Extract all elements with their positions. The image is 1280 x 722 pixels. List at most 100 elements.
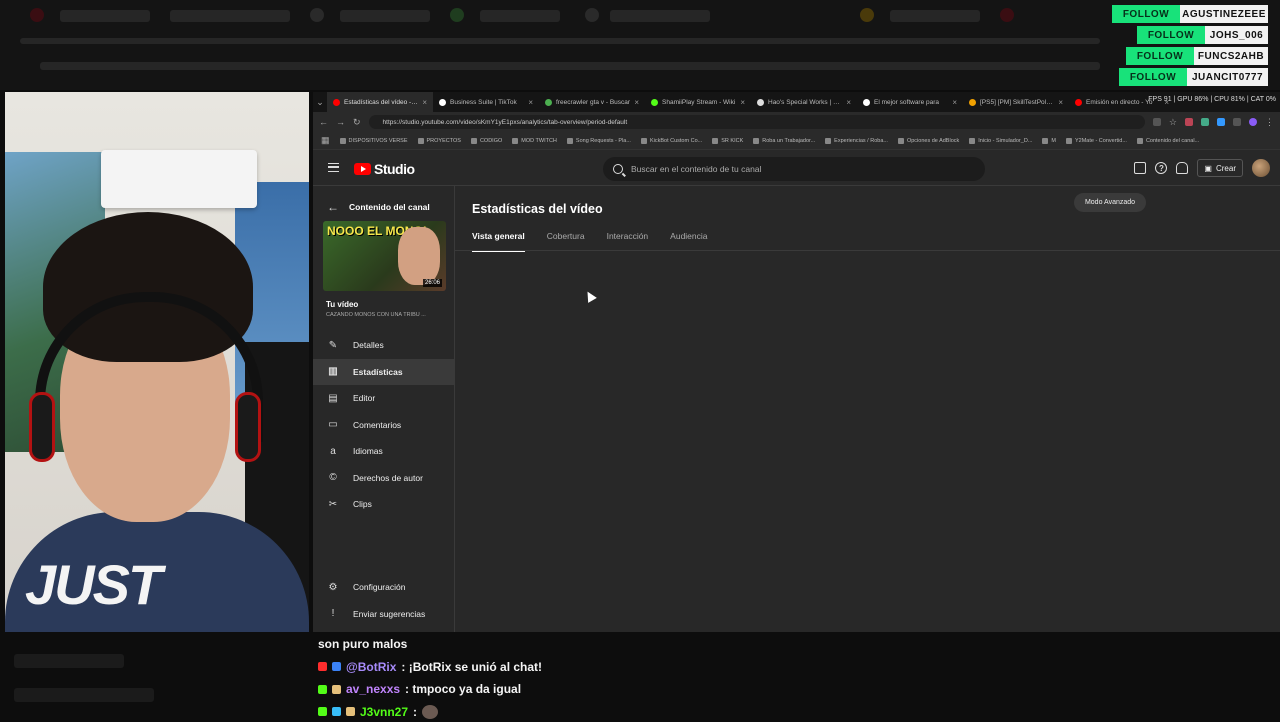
bookmark-item[interactable]: Song Requests - Pla... [566, 137, 631, 144]
bookmark-item[interactable]: Experiencias / Roba... [825, 137, 888, 144]
video-thumbnail[interactable]: NOOO EL MONO! 26:06 [323, 221, 446, 291]
extension-icon[interactable] [1217, 118, 1225, 126]
help-icon[interactable]: ? [1155, 162, 1168, 174]
sidebar-item-editor[interactable]: ▤ Editor [313, 385, 455, 412]
browser-tab[interactable]: Business Suite | TikTok × [433, 92, 539, 112]
sidebar-item-label: Enviar sugerencias [353, 608, 426, 619]
browser-tab[interactable]: ShamiiPlay Stream - Wiki × [645, 92, 751, 112]
sidebar-bottom-nav: ⚙ Configuración! Enviar sugerencias [313, 574, 455, 627]
bookmark-label: CODIGO [479, 137, 503, 144]
browser-tab[interactable]: [PS5] [PM] SkillTestPolym × [963, 92, 1069, 112]
chat-username[interactable]: av_nexxs [346, 682, 400, 696]
tab-close-icon[interactable]: × [740, 98, 745, 107]
tab-label: Business Suite | TikTok [450, 98, 517, 106]
bookmark-favicon-icon [1042, 137, 1049, 144]
tab-close-icon[interactable]: × [634, 98, 639, 107]
sidebar-bottom-item[interactable]: ⚙ Configuración [313, 574, 455, 601]
extensions-puzzle-icon[interactable] [1233, 118, 1241, 126]
back-to-content-link[interactable]: ← Contenido del canal [327, 200, 430, 214]
browser-tab[interactable]: Estadísticas del vídeo - Yo × [327, 92, 433, 112]
follow-button[interactable]: FOLLOW [1112, 5, 1180, 23]
sidebar-item-estad-sticas[interactable]: ▥ Estadísticas [313, 358, 455, 385]
chat-text: son puro malos [318, 637, 408, 651]
system-stats: FPS 91 | GPU 86% | CPU 81% | CAT 0% [1148, 96, 1276, 103]
studio-logo[interactable]: Studio [354, 161, 415, 177]
follow-button[interactable]: FOLLOW [1126, 47, 1194, 65]
browser-tab[interactable]: El mejor software para × [857, 92, 963, 112]
tab-label: Hao's Special Works | Gre [768, 98, 843, 106]
bookmark-label: SR KICK [721, 137, 744, 144]
notifications-bell-icon[interactable] [1176, 162, 1189, 174]
messages-icon[interactable] [1134, 162, 1147, 174]
back-icon[interactable]: ← [319, 117, 328, 127]
tab-close-icon[interactable]: × [528, 98, 533, 107]
sidebar-item-clips[interactable]: ✂ Clips [313, 491, 455, 518]
bookmark-item[interactable]: Y2Mate - Convertid... [1065, 137, 1127, 144]
advanced-mode-button[interactable]: Modo Avanzado [1074, 193, 1146, 212]
search-icon [613, 164, 623, 174]
bookmark-item[interactable]: KickBot Custom Co... [640, 137, 702, 144]
bookmark-item[interactable]: Inicio - Simulador_D... [969, 137, 1032, 144]
account-avatar[interactable] [1252, 159, 1270, 177]
bookmark-label: M [1051, 137, 1056, 144]
tab-favicon-icon [757, 98, 764, 106]
sidebar-item-label: Comentarios [353, 419, 402, 430]
nav-icon: ✂ [328, 498, 338, 510]
sidebar-item-detalles[interactable]: ✎ Detalles [313, 332, 455, 359]
bookmark-item[interactable]: DISPOSITIVOS VERSE [339, 137, 408, 144]
zoom-icon[interactable] [1152, 118, 1161, 126]
page-title: Estadísticas del vídeo [472, 202, 603, 216]
bookmark-item[interactable]: Contenido del canal... [1136, 137, 1200, 144]
tab-favicon-icon [651, 98, 658, 106]
profile-icon[interactable] [1249, 118, 1257, 126]
tab-close-icon[interactable]: × [846, 98, 851, 107]
follower-name: FUNCS2AHB [1194, 47, 1268, 65]
follow-button[interactable]: FOLLOW [1137, 26, 1205, 44]
analytics-tab[interactable]: Vista general [472, 231, 525, 252]
bookmark-favicon-icon [1136, 137, 1143, 144]
chat-username[interactable]: J3vnn27 [360, 705, 408, 719]
bookmark-favicon-icon [825, 137, 832, 144]
analytics-tab[interactable]: Cobertura [547, 231, 585, 252]
bookmark-star-icon[interactable]: ☆ [1169, 117, 1177, 128]
forward-icon[interactable]: → [336, 117, 345, 127]
sidebar-item-derechos-de-autor[interactable]: © Derechos de autor [313, 465, 455, 492]
bookmark-item[interactable]: PROYECTOS [417, 137, 461, 144]
tab-favicon-icon [1075, 98, 1082, 106]
extension-icon[interactable] [1185, 118, 1193, 126]
video-sidebar: ← Contenido del canal NOOO EL MONO! 26:0… [313, 186, 455, 632]
tab-close-icon[interactable]: × [1058, 98, 1063, 107]
bookmark-item[interactable]: Roba un Trabajador... [753, 137, 815, 144]
extension-icon[interactable] [1201, 118, 1209, 126]
bookmark-item[interactable]: M [1042, 137, 1056, 144]
chat-badge-icon [318, 684, 327, 694]
sidebar-item-idiomas[interactable]: a Idiomas [313, 438, 455, 465]
reload-icon[interactable]: ↻ [353, 117, 361, 128]
tab-strip: ⌄ Estadísticas del vídeo - Yo × Business S… [313, 92, 1280, 112]
apps-icon[interactable]: ▦ [321, 135, 330, 146]
browser-tab[interactable]: Hao's Special Works | Gre × [751, 92, 857, 112]
bookmark-item[interactable]: SR KICK [712, 137, 744, 144]
url-field[interactable]: https://studio.youtube.com/video/sKmY1yE… [368, 115, 1145, 129]
analytics-tab[interactable]: Audiencia [670, 231, 707, 252]
bookmark-item[interactable]: CODIGO [470, 137, 503, 144]
bookmark-item[interactable]: MOD TWITCH [512, 137, 557, 144]
chat-username[interactable]: @BotRix [346, 660, 396, 674]
bookmark-item[interactable]: Opciones de AdBlock [897, 137, 959, 144]
analytics-tab[interactable]: Interacción [607, 231, 649, 252]
menu-icon[interactable]: ⋮ [1265, 117, 1274, 128]
channel-search[interactable]: Buscar en el contenido de tu canal [603, 157, 985, 181]
tab-close-icon[interactable]: × [422, 98, 427, 107]
tab-close-icon[interactable]: × [952, 98, 957, 107]
menu-hamburger-icon[interactable] [328, 163, 339, 172]
browser-tab[interactable]: freecrawler gta v - Buscar × [539, 92, 645, 112]
bookmark-label: Contenido del canal... [1145, 137, 1200, 144]
follow-button[interactable]: FOLLOW [1119, 68, 1187, 86]
sidebar-bottom-item[interactable]: ! Enviar sugerencias [313, 601, 455, 628]
create-button[interactable]: ▣ Crear [1197, 159, 1243, 177]
tab-search-icon[interactable]: ⌄ [313, 97, 327, 108]
search-placeholder: Buscar en el contenido de tu canal [631, 164, 762, 174]
follow-alert: FOLLOW JOHS_006 [1137, 26, 1268, 44]
sidebar-item-comentarios[interactable]: ▭ Comentarios [313, 412, 455, 439]
thumbnail-face [398, 227, 440, 285]
